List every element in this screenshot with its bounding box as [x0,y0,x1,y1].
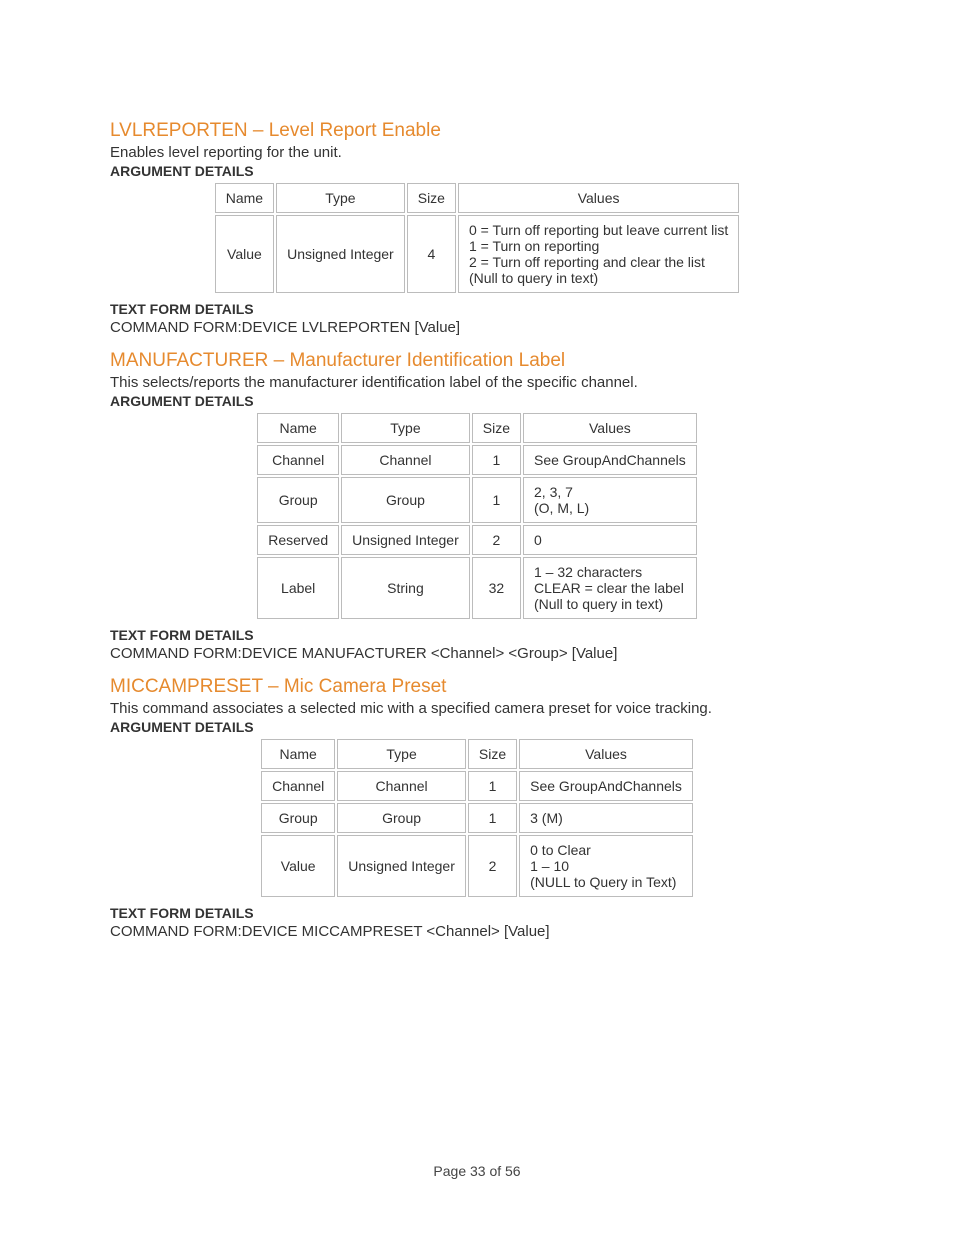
table-header-row: Name Type Size Values [257,413,697,443]
cell-size: 2 [472,525,521,555]
cell-values: 0 to Clear 1 – 10 (NULL to Query in Text… [519,835,693,897]
argument-table: Name Type Size Values Channel Channel 1 … [259,737,695,899]
argument-details-heading: ARGUMENT DETAILS [110,393,844,409]
cell-values: See GroupAndChannels [519,771,693,801]
cell-type: Group [341,477,470,523]
section-desc: This command associates a selected mic w… [110,700,844,717]
cell-values: See GroupAndChannels [523,445,697,475]
text-form-details-heading: TEXT FORM DETAILS [110,301,844,317]
cell-type: Unsigned Integer [341,525,470,555]
argument-table: Name Type Size Values Channel Channel 1 … [255,411,699,621]
table-row: Channel Channel 1 See GroupAndChannels [261,771,693,801]
argument-table: Name Type Size Values Value Unsigned Int… [213,181,742,295]
table-row: Value Unsigned Integer 2 0 to Clear 1 – … [261,835,693,897]
col-name: Name [257,413,339,443]
cell-name: Value [215,215,274,293]
col-name: Name [215,183,274,213]
cell-name: Reserved [257,525,339,555]
col-type: Type [341,413,470,443]
section-lvlreporten: LVLREPORTEN – Level Report Enable Enable… [110,120,844,336]
section-miccampreset: MICCAMPRESET – Mic Camera Preset This co… [110,676,844,940]
cell-values: 0 = Turn off reporting but leave current… [458,215,739,293]
col-name: Name [261,739,335,769]
cell-name: Group [257,477,339,523]
cell-size: 32 [472,557,521,619]
section-manufacturer: MANUFACTURER – Manufacturer Identificati… [110,350,844,662]
cell-name: Value [261,835,335,897]
command-form: COMMAND FORM:DEVICE LVLREPORTEN [Value] [110,319,844,336]
argument-details-heading: ARGUMENT DETAILS [110,719,844,735]
col-size: Size [468,739,517,769]
argument-details-heading: ARGUMENT DETAILS [110,163,844,179]
cell-size: 1 [472,445,521,475]
table-row: Group Group 1 3 (M) [261,803,693,833]
col-values: Values [519,739,693,769]
col-values: Values [523,413,697,443]
command-form: COMMAND FORM:DEVICE MANUFACTURER <Channe… [110,645,844,662]
cell-type: Group [337,803,466,833]
col-type: Type [337,739,466,769]
cell-size: 1 [468,803,517,833]
page: LVLREPORTEN – Level Report Enable Enable… [0,0,954,1235]
cell-size: 2 [468,835,517,897]
table-row: Group Group 1 2, 3, 7 (O, M, L) [257,477,697,523]
cell-type: Channel [337,771,466,801]
cell-values: 0 [523,525,697,555]
cell-values: 2, 3, 7 (O, M, L) [523,477,697,523]
cell-type: Channel [341,445,470,475]
cell-name: Group [261,803,335,833]
cell-type: Unsigned Integer [337,835,466,897]
col-size: Size [407,183,456,213]
cell-size: 1 [472,477,521,523]
table-row: Reserved Unsigned Integer 2 0 [257,525,697,555]
section-desc: This selects/reports the manufacturer id… [110,374,844,391]
page-footer: Page 33 of 56 [0,1163,954,1179]
cell-name: Channel [261,771,335,801]
table-row: Channel Channel 1 See GroupAndChannels [257,445,697,475]
cell-name: Channel [257,445,339,475]
text-form-details-heading: TEXT FORM DETAILS [110,627,844,643]
cell-values: 3 (M) [519,803,693,833]
table-header-row: Name Type Size Values [215,183,740,213]
cell-size: 4 [407,215,456,293]
cell-type: String [341,557,470,619]
col-values: Values [458,183,739,213]
cell-type: Unsigned Integer [276,215,405,293]
section-desc: Enables level reporting for the unit. [110,144,844,161]
cell-values: 1 – 32 characters CLEAR = clear the labe… [523,557,697,619]
command-form: COMMAND FORM:DEVICE MICCAMPRESET <Channe… [110,923,844,940]
cell-size: 1 [468,771,517,801]
section-title: LVLREPORTEN – Level Report Enable [110,120,844,142]
text-form-details-heading: TEXT FORM DETAILS [110,905,844,921]
table-header-row: Name Type Size Values [261,739,693,769]
table-row: Label String 32 1 – 32 characters CLEAR … [257,557,697,619]
col-type: Type [276,183,405,213]
table-row: Value Unsigned Integer 4 0 = Turn off re… [215,215,740,293]
section-title: MANUFACTURER – Manufacturer Identificati… [110,350,844,372]
section-title: MICCAMPRESET – Mic Camera Preset [110,676,844,698]
cell-name: Label [257,557,339,619]
col-size: Size [472,413,521,443]
